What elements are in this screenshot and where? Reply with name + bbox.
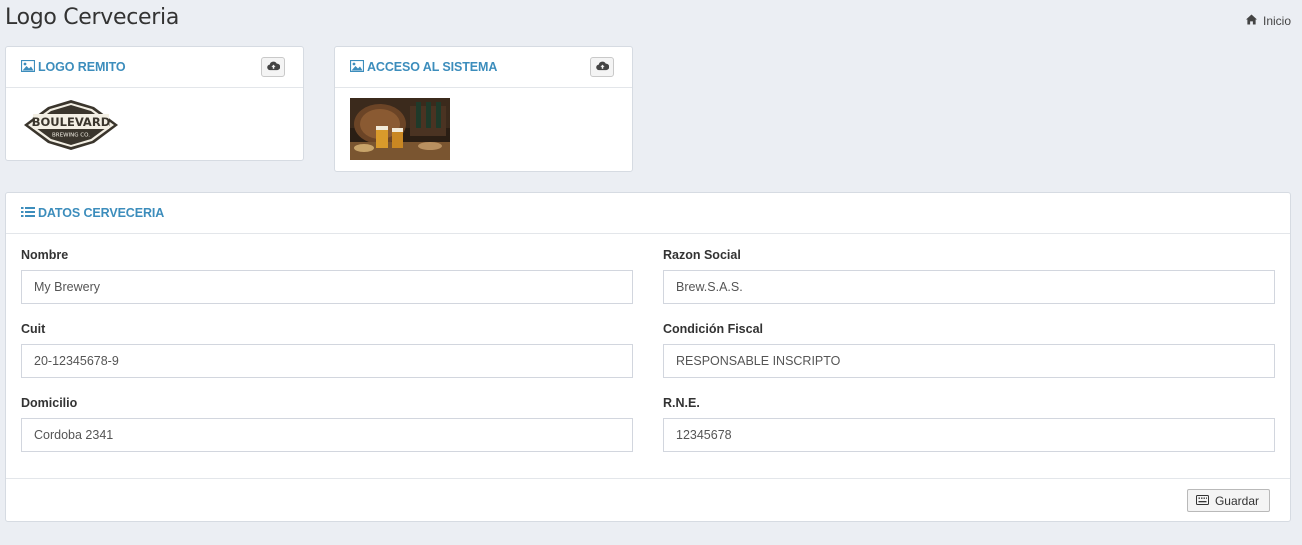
keyboard-icon: [1195, 494, 1209, 508]
rne-label: R.N.E.: [663, 396, 700, 410]
rne-field: R.N.E. 12345678: [663, 396, 1275, 452]
boulevard-logo-image: BOULEVARD BREWING CO.: [22, 99, 120, 156]
list-icon: [21, 206, 35, 221]
logo-remito-title-text: LOGO REMITO: [38, 60, 126, 74]
logo-remito-box: LOGO REMITO BOULEVARD BREWING CO.: [5, 46, 304, 161]
cloud-upload-icon: [266, 58, 280, 76]
breadcrumb[interactable]: Inicio: [1245, 14, 1291, 28]
cuit-field: Cuit 20-12345678-9: [21, 322, 633, 378]
cuit-input[interactable]: 20-12345678-9: [21, 344, 633, 378]
datos-footer: Guardar: [6, 478, 1290, 522]
guardar-button[interactable]: Guardar: [1186, 489, 1270, 512]
acceso-sistema-title-text: ACCESO AL SISTEMA: [367, 60, 498, 74]
datos-cerveceria-header: DATOS CERVECERIA: [6, 193, 1290, 234]
acceso-sistema-title: ACCESO AL SISTEMA: [349, 59, 498, 75]
rne-input[interactable]: 12345678: [663, 418, 1275, 452]
domicilio-input[interactable]: Cordoba 2341: [21, 418, 633, 452]
nombre-input[interactable]: My Brewery: [21, 270, 633, 304]
logo-remito-title: LOGO REMITO: [20, 59, 126, 75]
upload-logo-remito-button[interactable]: [261, 57, 285, 77]
nombre-label: Nombre: [21, 248, 69, 262]
acceso-sistema-box: ACCESO AL SISTEMA: [334, 46, 633, 172]
condicion-fiscal-label: Condición Fiscal: [663, 322, 764, 336]
image-icon: [20, 59, 36, 75]
image-icon: [349, 59, 365, 75]
logo-text-top: BOULEVARD: [32, 115, 110, 129]
upload-acceso-button[interactable]: [590, 57, 614, 77]
beer-photo-image: [350, 98, 450, 160]
page-title: Logo Cerveceria: [5, 5, 180, 30]
logo-text-bottom: BREWING CO.: [52, 133, 90, 139]
domicilio-label: Domicilio: [21, 396, 78, 410]
razon-social-label: Razon Social: [663, 248, 741, 262]
cuit-label: Cuit: [21, 322, 46, 336]
home-icon: [1245, 14, 1257, 28]
condicion-fiscal-field: Condición Fiscal RESPONSABLE INSCRIPTO: [663, 322, 1275, 378]
nombre-field: Nombre My Brewery: [21, 248, 633, 304]
guardar-label: Guardar: [1214, 493, 1259, 508]
logo-remito-header: LOGO REMITO: [6, 47, 303, 88]
datos-cerveceria-title-text: DATOS CERVECERIA: [38, 206, 165, 220]
breadcrumb-home-link[interactable]: Inicio: [1263, 14, 1291, 28]
razon-social-input[interactable]: Brew.S.A.S.: [663, 270, 1275, 304]
razon-social-field: Razon Social Brew.S.A.S.: [663, 248, 1275, 304]
datos-cerveceria-title: DATOS CERVECERIA: [21, 206, 164, 221]
condicion-fiscal-input[interactable]: RESPONSABLE INSCRIPTO: [663, 344, 1275, 378]
domicilio-field: Domicilio Cordoba 2341: [21, 396, 633, 452]
datos-cerveceria-box: DATOS CERVECERIA Nombre My Brewery Razon…: [5, 192, 1291, 522]
acceso-sistema-header: ACCESO AL SISTEMA: [335, 47, 632, 88]
cloud-upload-icon: [595, 58, 609, 76]
